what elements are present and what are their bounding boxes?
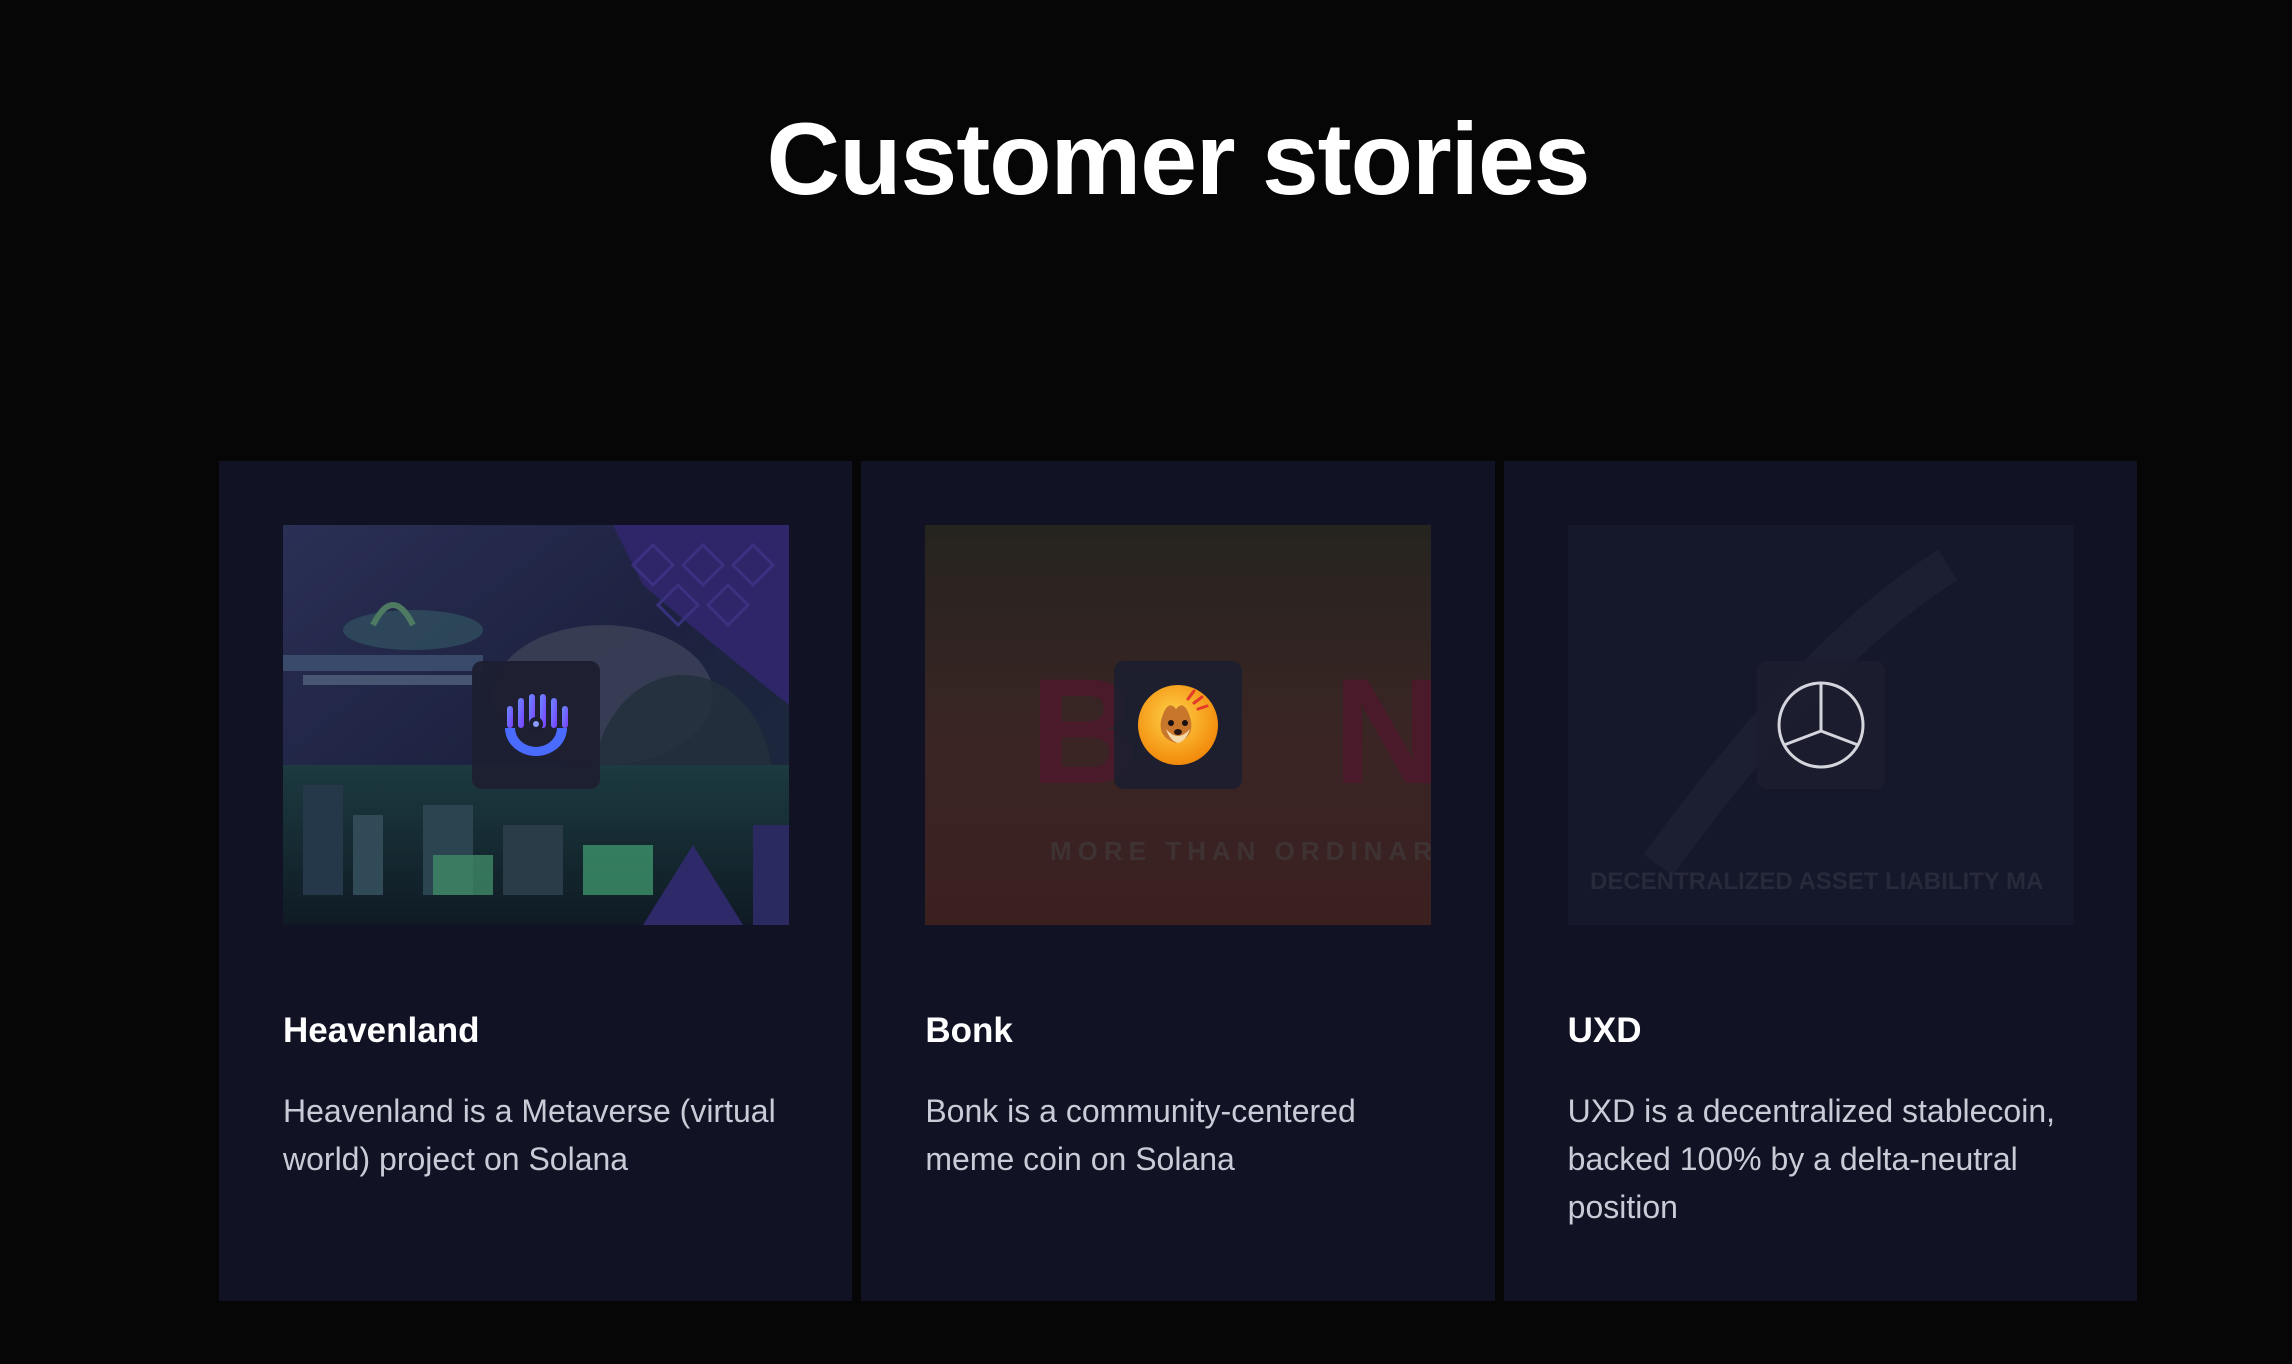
story-image-bonk: B N MORE THAN ORDINAR: [925, 525, 1432, 925]
story-image-heavenland: [283, 525, 789, 925]
story-title: Heavenland: [283, 1011, 480, 1050]
story-image-uxd: DECENTRALIZED ASSET LIABILITY MA: [1567, 525, 2074, 925]
story-title: UXD: [1567, 1011, 1642, 1050]
heavenland-logo-tile: [472, 661, 600, 789]
story-description: Heavenland is a Metaverse (virtual world…: [283, 1093, 776, 1177]
bonk-banner-tagline: MORE THAN ORDINAR: [1050, 836, 1431, 866]
story-description: UXD is a decentralized stablecoin, backe…: [1567, 1093, 2056, 1225]
uxd-banner-tagline: DECENTRALIZED ASSET LIABILITY MA: [1590, 868, 2043, 895]
bonk-banner-headline-right: N: [1333, 647, 1431, 815]
uxd-logo-icon: [1777, 681, 1865, 769]
page-title: Customer stories: [766, 102, 1591, 216]
bonk-logo-tile: [1114, 661, 1243, 789]
story-card-bonk[interactable]: B N MORE THAN ORDINAR Bonk Bonk is a com…: [861, 461, 1495, 1301]
story-card-uxd[interactable]: DECENTRALIZED ASSET LIABILITY MA UXD UXD…: [1503, 461, 2137, 1301]
heavenland-logo-icon: [505, 694, 568, 756]
customer-stories-list: Heavenland Heavenland is a Metaverse (vi…: [219, 461, 2137, 1301]
story-description: Bonk is a community-centered meme coin o…: [925, 1093, 1356, 1177]
story-title: Bonk: [925, 1011, 1013, 1050]
story-card-heavenland[interactable]: Heavenland Heavenland is a Metaverse (vi…: [219, 461, 853, 1301]
uxd-logo-tile: [1756, 661, 1885, 789]
bonk-dog-logo-icon: [1138, 685, 1219, 765]
